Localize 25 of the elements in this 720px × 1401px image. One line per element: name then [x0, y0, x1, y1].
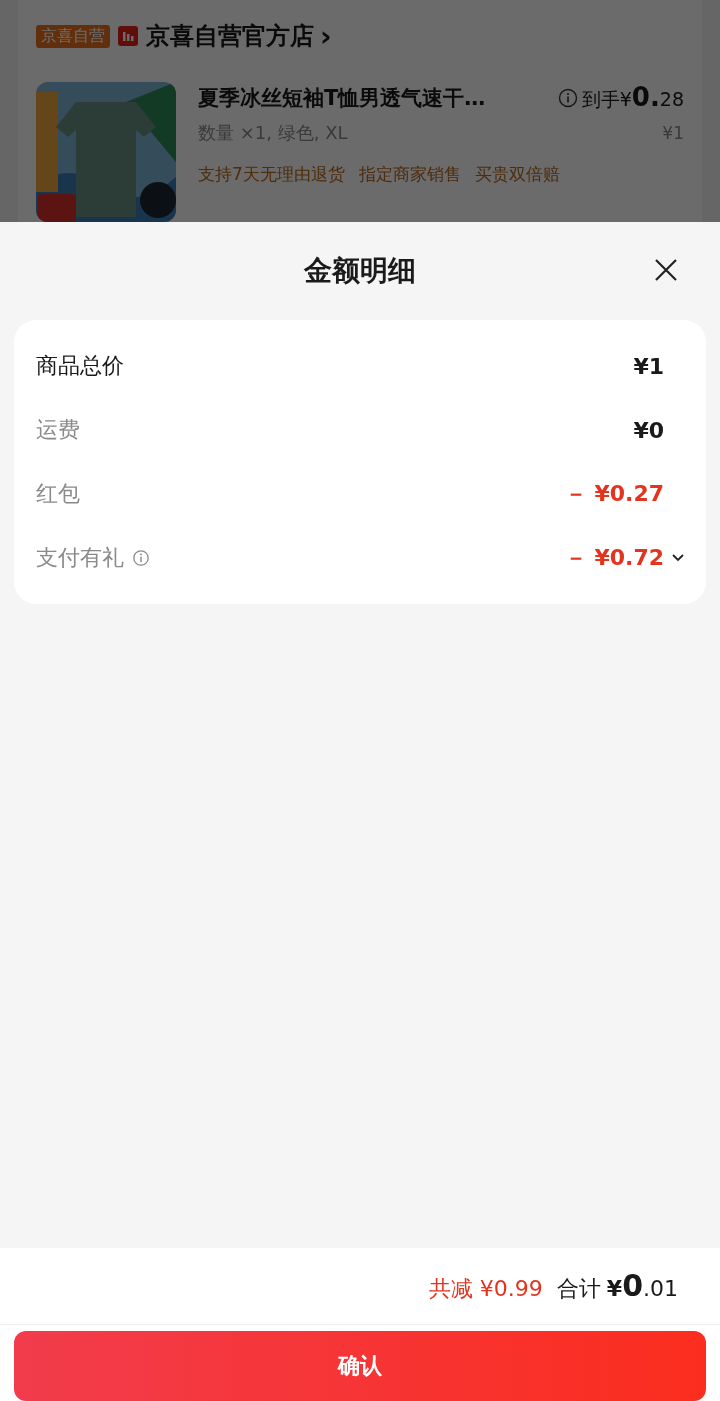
store-logo-icon — [118, 26, 138, 46]
row-amount: ¥1 — [633, 353, 664, 379]
sheet-title: 金额明细 — [304, 253, 416, 289]
row-label: 支付有礼 — [36, 544, 124, 572]
row-amount: － ¥0.72 — [564, 544, 664, 572]
info-icon[interactable] — [132, 549, 150, 567]
service-tag: 指定商家销售 — [358, 163, 461, 186]
row-amount: ¥0 — [633, 417, 664, 443]
close-icon[interactable] — [654, 258, 678, 282]
row-label: 红包 — [36, 480, 80, 508]
total-label: 合计 — [556, 1275, 601, 1303]
product-title[interactable]: 夏季冰丝短袖T恤男透气速干… — [198, 83, 486, 112]
info-icon[interactable] — [557, 87, 578, 108]
service-tag: 支持7天无理由退货 — [198, 163, 345, 186]
chevron-down-icon[interactable] — [672, 554, 684, 562]
total-discount: 共减 ¥0.99 — [428, 1275, 543, 1303]
row-label: 商品总价 — [36, 352, 124, 380]
service-tag: 买贵双倍赔 — [474, 163, 560, 186]
confirm-button[interactable]: 确认 — [14, 1331, 706, 1401]
row-label: 运费 — [36, 416, 80, 444]
total-amount: ¥0.01 — [606, 1268, 678, 1303]
final-price: 到手¥0.28 — [581, 82, 684, 113]
row-amount: － ¥0.27 — [564, 480, 664, 508]
store-badge: 京喜自营 — [36, 24, 110, 48]
store-link[interactable]: 京喜自营官方店 › — [146, 19, 332, 53]
